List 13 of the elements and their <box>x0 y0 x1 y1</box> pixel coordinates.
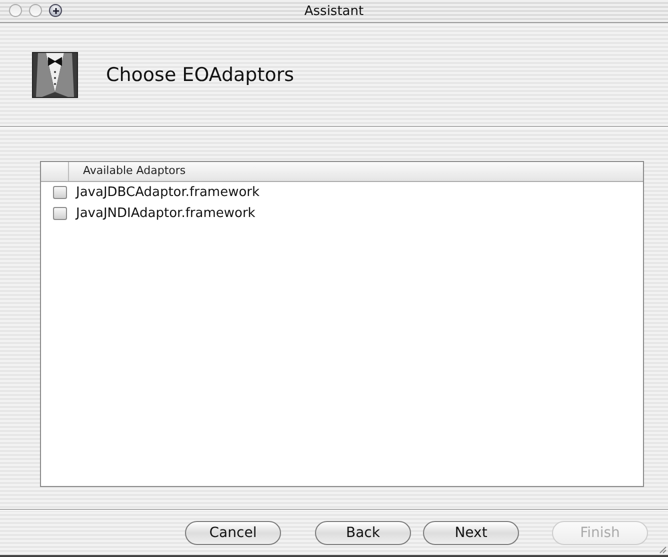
wizard-button[interactable]: Next <box>423 521 519 545</box>
plus-icon <box>52 6 60 14</box>
wizard-button[interactable]: Cancel <box>185 521 281 545</box>
checkbox[interactable] <box>53 186 67 199</box>
zoom-button[interactable] <box>49 4 62 17</box>
adaptor-name: JavaJDBCAdaptor.framework <box>76 185 260 200</box>
resize-grip-icon[interactable] <box>657 544 667 554</box>
tuxedo-icon <box>32 52 78 98</box>
checkbox[interactable] <box>53 207 67 220</box>
adaptor-name: JavaJNDIAdaptor.framework <box>76 206 256 221</box>
window-title: Assistant <box>304 4 364 18</box>
wizard-button[interactable]: Back <box>315 521 411 545</box>
page-title: Choose EOAdaptors <box>106 64 294 86</box>
